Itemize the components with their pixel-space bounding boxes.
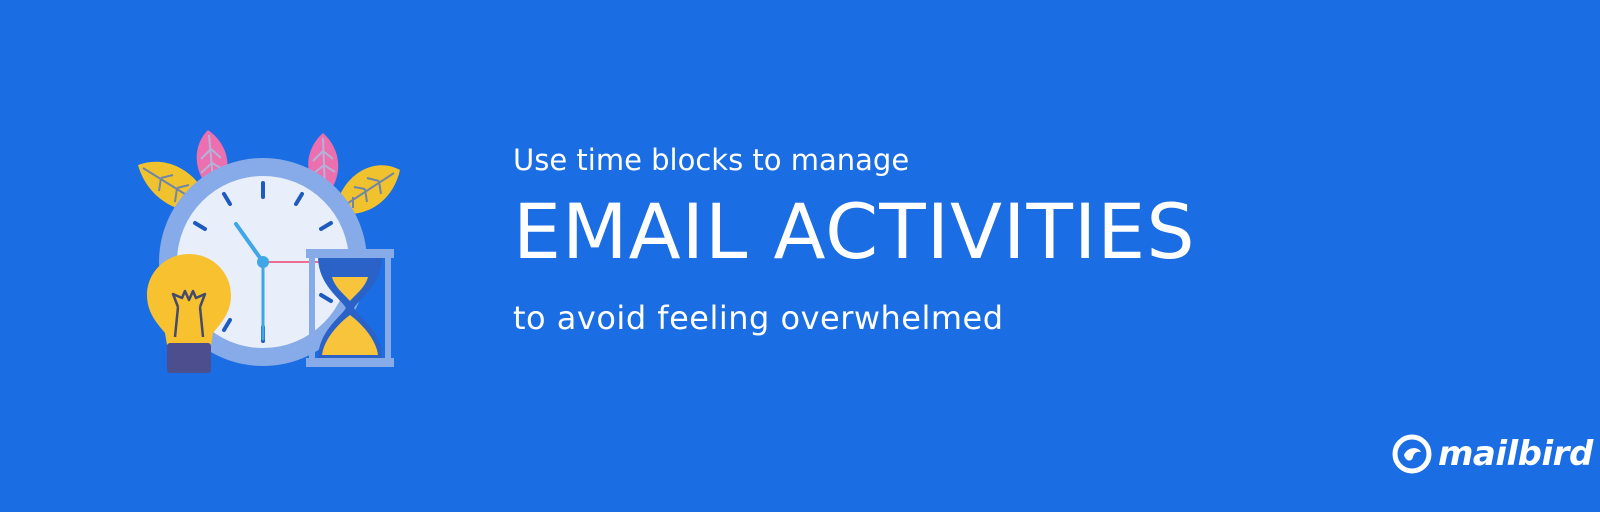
blog-banner: Use time blocks to manage EMAIL ACTIVITI… — [0, 0, 1600, 512]
mailbird-logo-icon — [1392, 434, 1432, 474]
brand-name: mailbird — [1438, 434, 1593, 474]
intro-subtitle: Use time blocks to manage — [513, 143, 910, 177]
closing-subtitle: to avoid feeling overwhelmed — [513, 299, 1004, 337]
time-management-illustration — [135, 125, 405, 380]
brand-logo: mailbird — [1392, 430, 1593, 478]
banner-text: Use time blocks to manage EMAIL ACTIVITI… — [513, 140, 1196, 340]
headline: EMAIL ACTIVITIES — [513, 187, 1196, 276]
